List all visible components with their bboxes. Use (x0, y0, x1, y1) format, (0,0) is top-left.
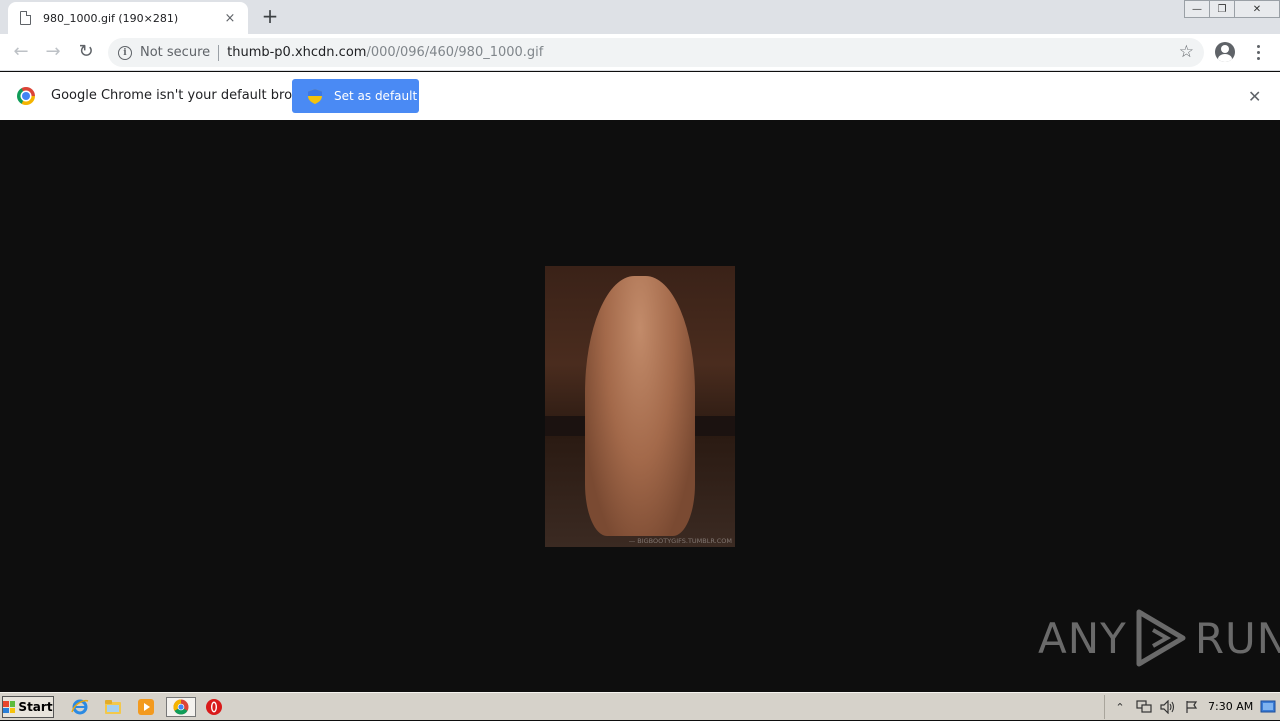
media-player-icon[interactable] (135, 697, 157, 717)
start-label: Start (18, 700, 53, 714)
window-controls: — ❐ ✕ (1184, 0, 1280, 18)
close-window-button[interactable]: ✕ (1234, 0, 1280, 18)
play-logo-icon (1136, 609, 1186, 667)
taskbar: Start ⌃ 7:30 AM (0, 692, 1280, 720)
volume-icon[interactable] (1159, 698, 1177, 716)
chrome-logo-icon (17, 87, 35, 105)
security-status[interactable]: Not secure (140, 45, 210, 60)
chrome-icon[interactable] (166, 697, 196, 717)
tab-active[interactable]: 980_1000.gif (190×281) × (8, 2, 248, 34)
forward-button[interactable]: → (40, 40, 66, 66)
star-icon[interactable]: ☆ (1179, 42, 1194, 62)
restore-button[interactable]: ❐ (1209, 0, 1235, 18)
tab-title: 980_1000.gif (190×281) (43, 11, 179, 25)
displayed-image[interactable]: — BIGBOOTYGIFS.TUMBLR.COM (545, 266, 735, 547)
clock[interactable]: 7:30 AM (1208, 700, 1253, 713)
url-path: /000/096/460/980_1000.gif (366, 45, 544, 60)
windows-flag-icon (3, 701, 16, 713)
address-bar[interactable]: i Not secure thumb-p0.xhcdn.com/000/096/… (108, 38, 1204, 67)
anyrun-watermark: ANY RUN (1038, 608, 1280, 668)
shield-icon (308, 88, 322, 104)
infobar-close-icon[interactable]: ✕ (1248, 87, 1261, 106)
reload-button[interactable]: ↻ (73, 40, 99, 66)
omnibox-separator (218, 44, 220, 61)
profile-icon[interactable] (1215, 42, 1235, 62)
tab-strip: 980_1000.gif (190×281) × + — ❐ ✕ (0, 0, 1280, 34)
infobar-message: Google Chrome isn't your default browser (51, 88, 323, 103)
show-desktop-icon[interactable] (1260, 697, 1276, 717)
back-button[interactable]: ← (8, 40, 34, 66)
start-button[interactable]: Start (2, 696, 54, 718)
minimize-button[interactable]: — (1184, 0, 1210, 18)
network-icon[interactable] (1135, 698, 1153, 716)
doc-icon (20, 11, 31, 25)
flag-icon[interactable] (1183, 698, 1201, 716)
image-figure-shape (585, 276, 695, 536)
folder-icon[interactable] (102, 697, 124, 717)
tray-arrow-icon[interactable]: ⌃ (1111, 698, 1129, 716)
new-tab-button[interactable]: + (258, 5, 282, 29)
url-host: thumb-p0.xhcdn.com (227, 45, 367, 60)
set-as-default-label: Set as default (334, 89, 418, 103)
tab-close-icon[interactable]: × (222, 11, 238, 26)
image-watermark: — BIGBOOTYGIFS.TUMBLR.COM (628, 537, 732, 545)
image-viewer: — BIGBOOTYGIFS.TUMBLR.COM ANY RUN (0, 120, 1280, 692)
menu-icon[interactable] (1250, 40, 1266, 64)
opera-icon[interactable] (203, 697, 225, 717)
set-as-default-button[interactable]: Set as default (292, 79, 419, 113)
browser-toolbar: ← → ↻ i Not secure thumb-p0.xhcdn.com/00… (0, 34, 1280, 71)
info-icon[interactable]: i (118, 45, 132, 60)
ie-icon[interactable] (69, 697, 91, 717)
default-browser-infobar: Google Chrome isn't your default browser… (0, 72, 1280, 120)
anyrun-logo-left: ANY (1038, 613, 1127, 663)
anyrun-logo-right: RUN (1194, 613, 1280, 663)
